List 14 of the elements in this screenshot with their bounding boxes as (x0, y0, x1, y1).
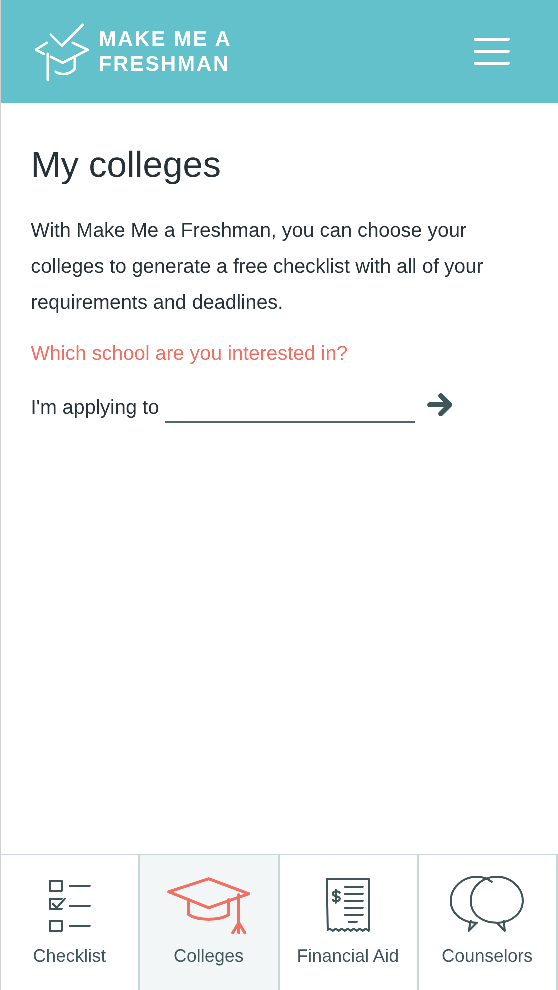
receipt-icon (325, 877, 372, 935)
graduation-cap-icon (166, 877, 251, 935)
speech-bubbles-icon (449, 875, 526, 935)
page-title: My colleges (31, 143, 222, 187)
intro-text: With Make Me a Freshman, you can choose your colleges to generate a free checklist with all of your requirements and deadlines. (31, 219, 484, 316)
submit-button[interactable] (427, 393, 456, 417)
arrow-right-icon (427, 393, 456, 417)
logo-text: MAKE ME A (99, 26, 232, 52)
nav-tab[interactable]: Colleges (140, 855, 280, 990)
checklist-icon (48, 879, 92, 935)
logo-text: FRESHMAN (99, 52, 231, 76)
field-label: I'm applying to (31, 396, 160, 421)
logo-icon (35, 22, 91, 80)
question-text: Which school are you interested in? (31, 342, 349, 367)
